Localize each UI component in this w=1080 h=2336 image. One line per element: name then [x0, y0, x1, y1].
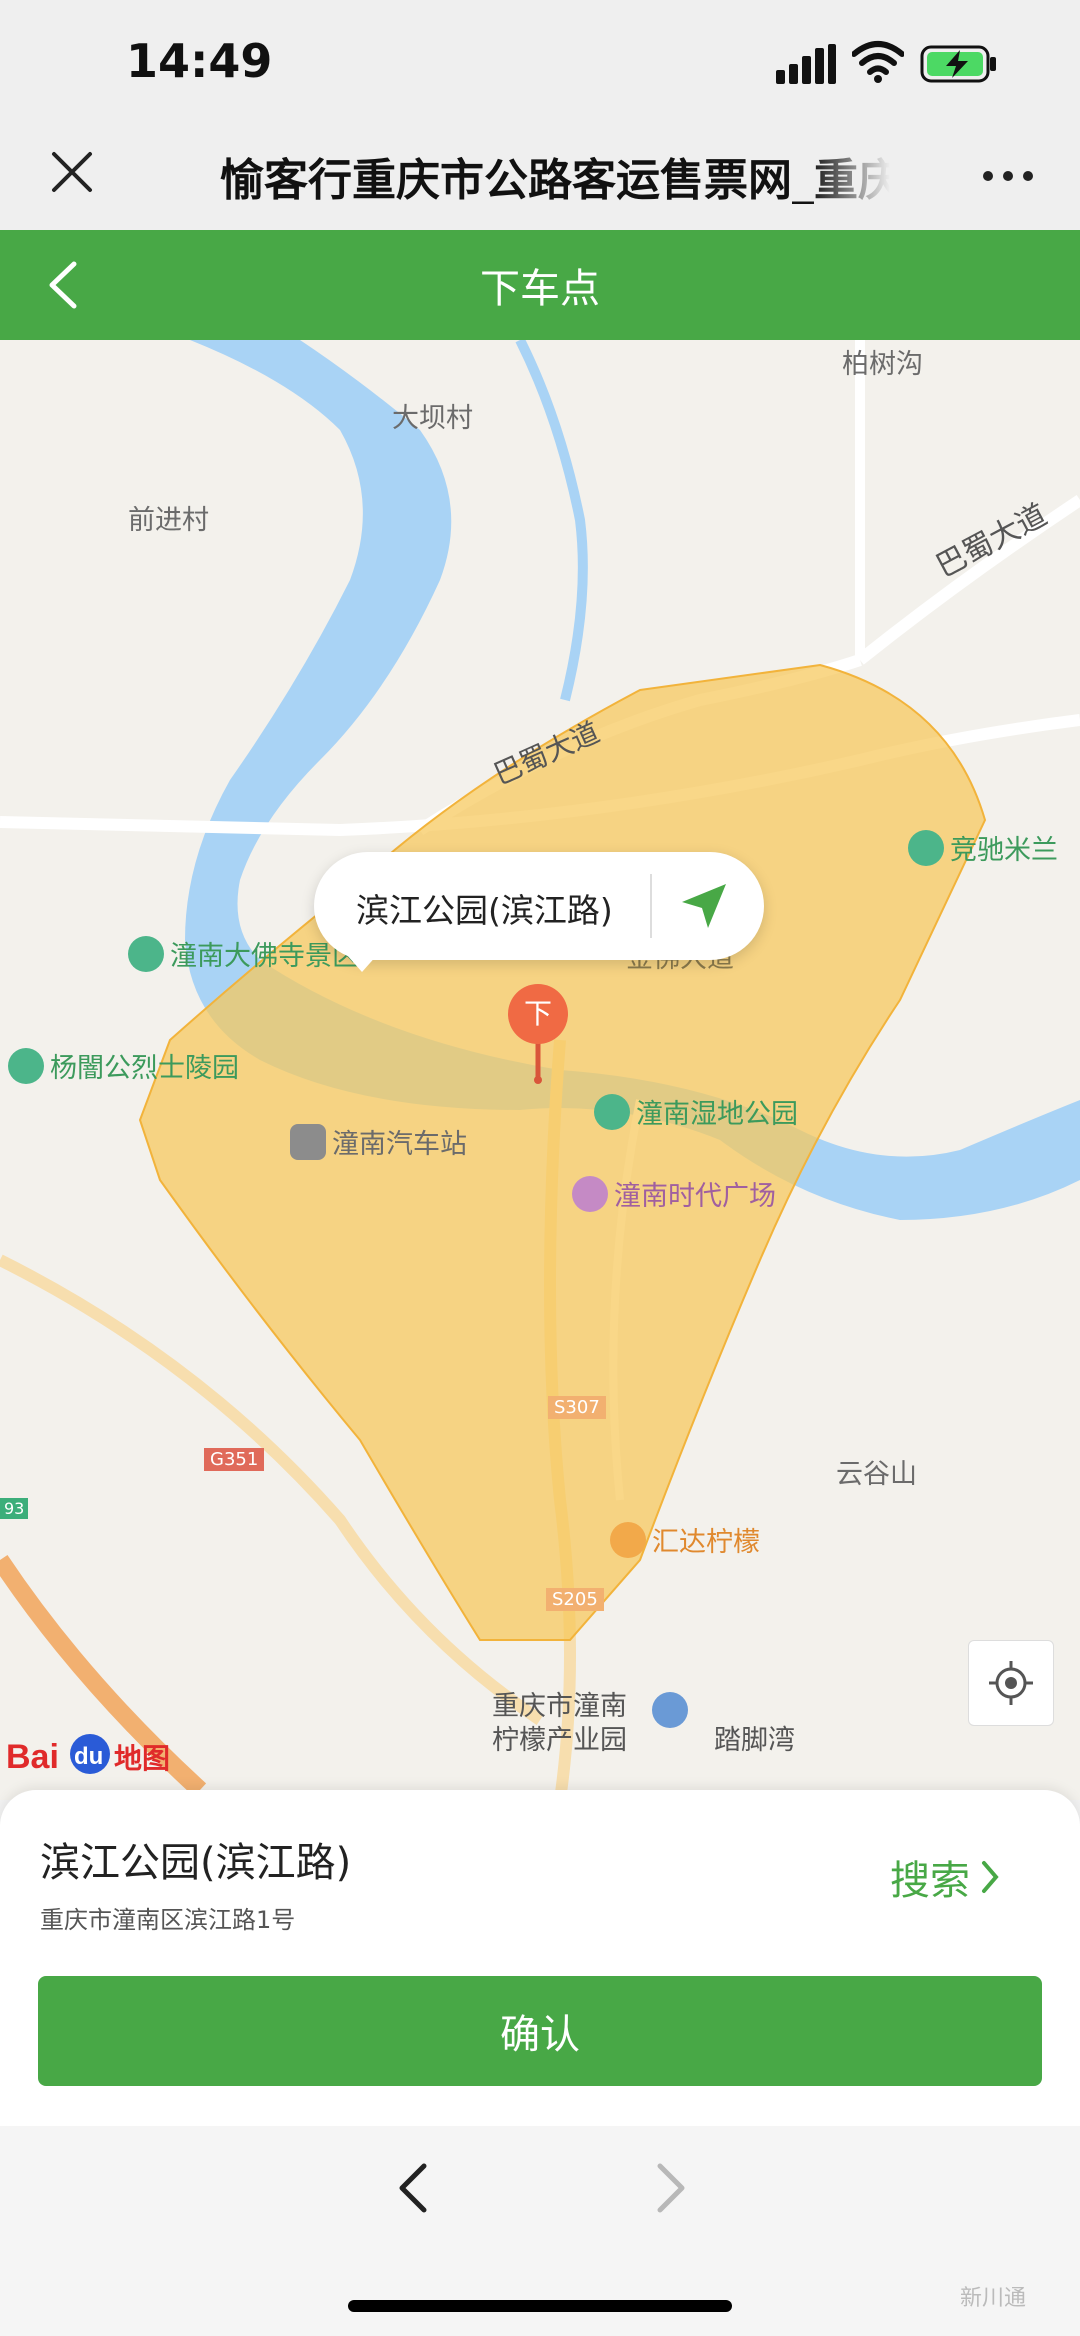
scenic-icon	[128, 935, 164, 972]
stream	[515, 340, 588, 702]
memorial-icon	[8, 1047, 44, 1084]
poi-times-square[interactable]: 潼南时代广场	[572, 1174, 776, 1213]
callout-label: 滨江公园(滨江路)	[356, 891, 613, 930]
callout-tail	[346, 954, 378, 972]
header-title: 下车点	[480, 266, 600, 312]
navigate-arrow-icon[interactable]	[678, 880, 730, 932]
home-indicator	[348, 2300, 732, 2312]
shopping-icon	[572, 1175, 608, 1212]
status-time: 14:49	[126, 34, 273, 88]
crosshair-icon	[989, 1661, 1033, 1705]
office-icon	[652, 1692, 688, 1728]
poi-dafo[interactable]: 潼南大佛寺景区	[128, 934, 359, 973]
road-shield-s205: S205	[546, 1588, 604, 1611]
road-shield-g351: G351	[204, 1448, 265, 1471]
building-icon	[610, 1521, 646, 1558]
map-label-qianjin: 前进村	[128, 505, 209, 536]
poi-yangyan[interactable]: 杨闇公烈士陵园	[8, 1046, 239, 1085]
map-label-daba: 大坝村	[392, 403, 473, 434]
park-icon	[908, 829, 944, 866]
map-label-yungu: 云谷山	[836, 1459, 917, 1490]
poi-wetland-park[interactable]: 潼南湿地公园	[594, 1092, 798, 1131]
locate-me-button[interactable]	[968, 1640, 1054, 1726]
cellular-signal-icon	[776, 44, 836, 84]
location-sheet: 滨江公园(滨江路) 重庆市潼南区滨江路1号 搜索 确认	[0, 1790, 1080, 2126]
watermark: 新川通	[960, 2286, 1027, 2311]
search-link[interactable]: 搜索	[890, 1848, 1000, 1906]
place-address: 重庆市潼南区滨江路1号	[40, 1906, 296, 1934]
map-label-lujiaowan: 踏脚湾	[714, 1725, 795, 1756]
chevron-right-icon	[982, 1861, 999, 1893]
poi-bus-station[interactable]: 潼南汽车站	[290, 1122, 467, 1161]
location-callout[interactable]: 滨江公园(滨江路)	[314, 852, 764, 960]
map-label-lemon-park-2: 柠檬产业园	[492, 1725, 627, 1756]
place-name: 滨江公园(滨江路)	[40, 1840, 352, 1886]
search-label: 搜索	[890, 1858, 970, 1904]
park-icon	[594, 1093, 630, 1130]
bus-icon	[290, 1123, 326, 1160]
close-icon[interactable]	[44, 144, 100, 200]
poi-huida[interactable]: 汇达柠檬	[610, 1520, 760, 1559]
svg-text:Bai: Bai	[6, 1738, 59, 1776]
drop-off-pin[interactable]: 下	[506, 984, 570, 1084]
svg-text:地图: 地图	[114, 1742, 170, 1775]
more-options-icon[interactable]	[980, 168, 1036, 184]
confirm-button[interactable]: 确认	[38, 1976, 1042, 2086]
map-label-baishugou: 柏树沟	[842, 349, 923, 380]
browser-back-icon[interactable]	[396, 2160, 430, 2216]
svg-text:du: du	[74, 1743, 103, 1770]
wifi-icon	[852, 41, 904, 83]
road-shield-g93: 93	[0, 1498, 29, 1519]
pin-label: 下	[523, 997, 552, 1030]
page-title: 愉客行重庆市公路客运售票网_重庆	[220, 155, 890, 204]
baidu-map-logo: Bai du 地图	[6, 1734, 170, 1776]
road-shield-s307: S307	[548, 1396, 606, 1419]
divider	[650, 874, 652, 938]
battery-charging-icon	[920, 45, 996, 83]
poi-jingchi[interactable]: 竞驰米兰	[908, 828, 1058, 867]
browser-forward-icon[interactable]	[654, 2160, 688, 2216]
